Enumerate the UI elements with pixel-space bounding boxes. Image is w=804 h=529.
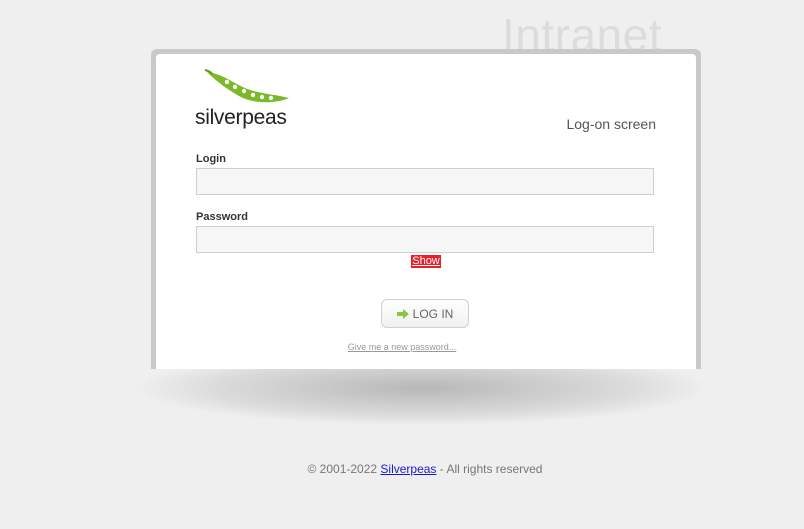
log-in-label: LOG IN <box>412 306 454 321</box>
show-password-link[interactable]: Show <box>411 255 441 268</box>
logo-wordmark: silverpeas <box>195 106 287 129</box>
forgot-password-link[interactable]: Give me a new password... <box>0 342 804 352</box>
arrow-right-icon <box>396 308 409 319</box>
password-input[interactable] <box>196 226 654 253</box>
card-shadow <box>40 358 804 458</box>
silverpeas-logo: silverpeas <box>195 68 300 132</box>
pea-pod-icon <box>204 69 289 103</box>
footer-copyright: © 2001-2022 <box>307 462 381 476</box>
footer-silverpeas-link[interactable]: Silverpeas <box>380 462 436 476</box>
log-in-button[interactable]: LOG IN <box>381 299 469 328</box>
screen-title: Log-on screen <box>566 116 656 132</box>
login-label: Login <box>196 153 226 165</box>
password-label: Password <box>196 211 248 223</box>
login-input[interactable] <box>196 168 654 195</box>
footer: © 2001-2022 Silverpeas - All rights rese… <box>0 462 804 476</box>
footer-rights: - All rights reserved <box>436 462 543 476</box>
